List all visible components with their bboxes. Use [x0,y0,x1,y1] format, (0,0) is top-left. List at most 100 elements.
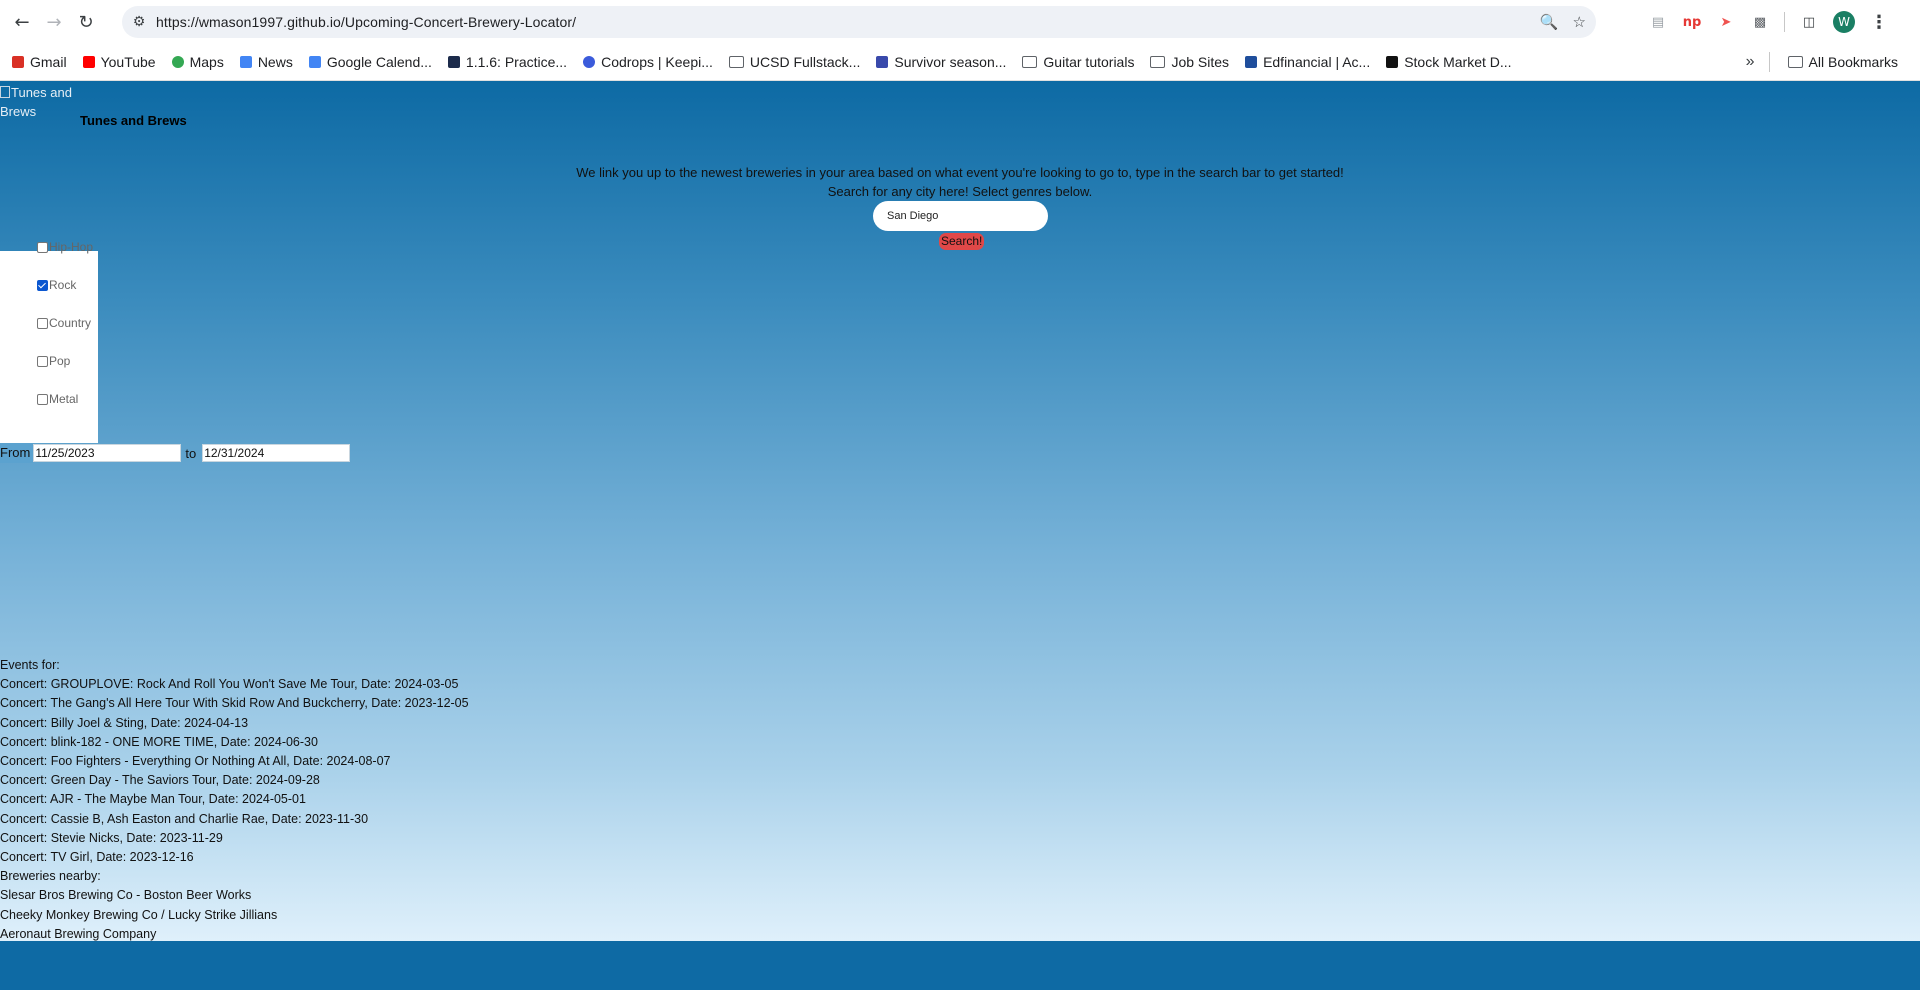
site-title: Tunes and Brews [80,113,187,128]
brewery-item: Cheeky Monkey Brewing Co / Lucky Strike … [0,907,278,922]
genre-option-metal[interactable]: Metal [37,392,78,406]
all-bookmarks-button[interactable]: All Bookmarks [1780,48,1906,76]
date-from-input[interactable] [33,444,182,462]
breweries-header: Breweries nearby: [0,869,101,884]
edx-icon [447,56,460,68]
extension-translate-icon[interactable]: ▤ [1648,12,1668,32]
bookmark-label: Maps [189,54,224,70]
bookmark-label: Job Sites [1171,54,1230,70]
bookmark-label: Codrops | Keepi... [601,54,713,70]
bookmark-star-icon[interactable]: ☆ [1573,13,1586,31]
event-item: Concert: Stevie Nicks, Date: 2023-11-29 [0,830,223,845]
back-icon[interactable]: ← [6,6,38,38]
intro-text: We link you up to the newest breweries i… [0,163,1920,201]
folder-icon [1150,56,1166,68]
date-to-label: to [185,445,197,461]
bookmark-label: Stock Market D... [1404,54,1512,70]
event-item: Concert: GROUPLOVE: Rock And Roll You Wo… [0,677,459,692]
results-list: Events for: Concert: GROUPLOVE: Rock And… [0,656,469,944]
genre-option-rock[interactable]: Rock [37,278,76,292]
bookmark-item[interactable]: 1.1.6: Practice... [440,48,575,76]
bookmark-item[interactable]: Guitar tutorials [1014,48,1142,76]
genre-checkbox[interactable] [37,393,48,405]
profile-avatar[interactable]: W [1833,11,1855,33]
bookmark-label: YouTube [100,54,156,70]
bookmark-item[interactable]: Edfinancial | Ac... [1237,48,1378,76]
intro-line-1: We link you up to the newest breweries i… [576,165,1344,180]
genre-option-hip-hop[interactable]: Hip-Hop [37,240,93,254]
bookmark-label: News [257,54,293,70]
url-text[interactable]: https://wmason1997.github.io/Upcoming-Co… [156,14,576,30]
bookmark-item[interactable]: Stock Market D... [1378,48,1519,76]
genre-label: Metal [49,392,79,406]
logo-alt-text: Tunes and Brews [0,85,72,119]
bookmark-item[interactable]: News [232,48,301,76]
event-item: Concert: Cassie B, Ash Easton and Charli… [0,811,369,826]
genre-option-pop[interactable]: Pop [37,354,70,368]
folder-icon [1022,56,1038,68]
edfinancial-icon [1245,56,1258,68]
date-to-input[interactable] [202,444,351,462]
extension-np-icon[interactable]: np [1682,12,1702,32]
bookmark-item[interactable]: YouTube [75,48,164,76]
bookmark-item[interactable]: Survivor season... [868,48,1014,76]
reload-icon[interactable]: ↻ [70,6,102,38]
genre-checkbox[interactable] [37,317,48,329]
bookmark-item[interactable]: Job Sites [1142,48,1237,76]
bookmark-item[interactable]: Gmail [4,48,75,76]
genre-checkbox[interactable] [37,241,48,253]
bookmark-item[interactable]: Codrops | Keepi... [575,48,721,76]
all-bookmarks-label: All Bookmarks [1808,54,1898,70]
genre-checkbox-panel: Hip-Hop Rock Country Pop Metal [0,240,98,443]
events-header: Events for: [0,658,60,672]
city-search-input[interactable] [873,201,1048,231]
news-icon [239,56,252,68]
genre-option-country[interactable]: Country [37,316,91,330]
gmail-icon [12,56,24,68]
genre-label: Pop [49,354,71,368]
more-bookmarks-icon[interactable]: » [1746,53,1755,71]
folder-icon [1787,56,1803,68]
event-item: Concert: Billy Joel & Sting, Date: 2024-… [0,715,249,730]
event-item: Concert: Foo Fighters - Everything Or No… [0,754,391,769]
bookmark-label: Google Calend... [326,54,432,70]
search-button[interactable]: Search! [939,233,985,250]
side-panel-icon[interactable]: ◫ [1799,12,1819,32]
broken-image-icon [0,86,10,98]
date-range: From to [0,443,351,463]
bookmark-label: Survivor season... [894,54,1007,70]
bookmark-label: Gmail [30,54,67,70]
genre-checkbox[interactable] [37,355,48,367]
zoom-icon[interactable]: 🔍 [1540,13,1559,31]
forward-icon[interactable]: → [38,6,70,38]
brewery-item: Slesar Bros Brewing Co - Boston Beer Wor… [0,888,252,903]
maps-icon [171,56,184,68]
calendar-icon [308,56,321,68]
genre-checkbox[interactable] [37,279,48,291]
bookmark-label: 1.1.6: Practice... [465,54,568,70]
extensions-puzzle-icon[interactable]: ▩ [1750,12,1770,32]
genre-label: Rock [49,278,77,292]
event-item: Concert: TV Girl, Date: 2023-12-16 [0,850,194,865]
bookmark-item[interactable]: Maps [164,48,232,76]
sheet-icon [876,56,889,68]
browser-toolbar: ← → ↻ ⚙ https://wmason1997.github.io/Upc… [0,0,1920,44]
bookmarks-bar: Gmail YouTube Maps News Google Calend... 1.1.… [0,44,1920,81]
site-info-icon[interactable]: ⚙ [122,14,156,30]
address-bar[interactable]: ⚙ https://wmason1997.github.io/Upcoming-… [122,6,1596,38]
genre-label: Hip-Hop [49,240,94,254]
bookmark-label: UCSD Fullstack... [749,54,861,70]
bookmark-label: Guitar tutorials [1043,54,1135,70]
bookmark-item[interactable]: Google Calend... [301,48,440,76]
menu-kebab-icon[interactable]: ⋮ [1869,12,1889,33]
date-from-label: From [0,443,34,463]
event-item: Concert: blink-182 - ONE MORE TIME, Date… [0,734,318,749]
stock-icon [1386,56,1399,68]
folder-icon [728,56,744,68]
bookmark-item[interactable]: UCSD Fullstack... [721,48,868,76]
genre-label: Country [49,316,92,330]
youtube-icon [82,56,95,68]
event-item: Concert: Green Day - The Saviors Tour, D… [0,773,320,788]
extension-arrow-icon[interactable]: ➤ [1716,12,1736,32]
logo-image: Tunes and Brews [0,83,78,121]
